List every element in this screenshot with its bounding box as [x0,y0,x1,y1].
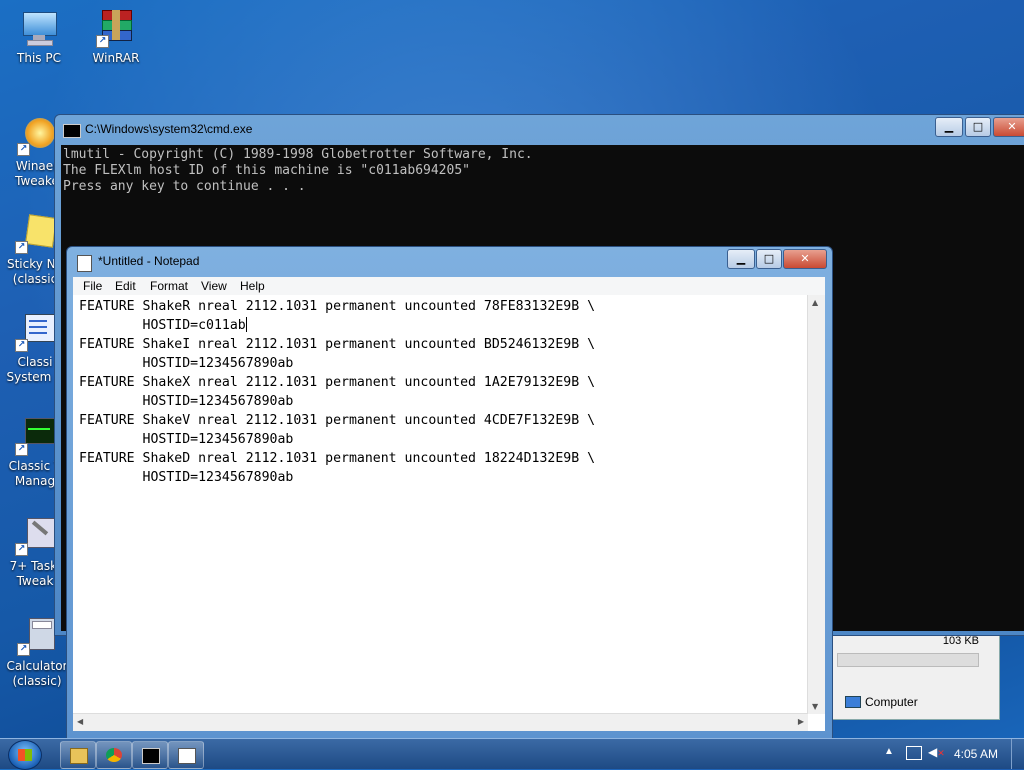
editor-line: HOSTID=1234567890ab [79,432,294,447]
nav-item-computer[interactable]: Computer [845,695,918,709]
shortcut-arrow-icon: ↗ [15,543,28,556]
winaero-icon: ↗ [17,116,57,156]
taskbar-tweaker-icon: ↗ [15,516,55,556]
cmd-maximize-button[interactable]: □ [965,117,991,137]
text-editor[interactable]: FEATURE ShakeR nreal 2112.1031 permanent… [73,295,825,731]
menu-view[interactable]: View [201,279,227,293]
taskbar-chrome-button[interactable] [96,741,132,769]
editor-line: FEATURE ShakeR nreal 2112.1031 permanent… [79,299,596,314]
explorer-window-fragment[interactable]: 103 KB Computer [832,630,1000,720]
notepad-close-button[interactable]: ✕ [783,249,827,269]
winrar-icon: ↗ [96,8,136,48]
desktop-icon-label: WinRAR [92,51,140,65]
menu-edit[interactable]: Edit [115,279,136,293]
taskbar-notepad-button[interactable] [168,741,204,769]
computer-icon [845,696,861,708]
menu-file[interactable]: File [83,279,102,293]
notepad-window[interactable]: *Untitled - Notepad ▁ □ ✕ File Edit Form… [66,246,833,740]
cmd-minimize-button[interactable]: ▁ [935,117,963,137]
editor-line: FEATURE ShakeX nreal 2112.1031 permanent… [79,375,596,390]
volume-muted-icon[interactable]: ◀✕ [928,745,945,759]
editor-line: FEATURE ShakeI nreal 2112.1031 permanent… [79,337,596,352]
editor-line: HOSTID=1234567890ab [79,356,294,371]
scroll-right-icon[interactable]: ▶ [798,717,804,726]
shortcut-arrow-icon: ↗ [17,643,30,656]
editor-line: HOSTID=c011ab [79,318,246,333]
cmd-icon [142,748,160,764]
computer-icon [19,8,59,48]
scroll-left-icon[interactable]: ◀ [77,717,83,726]
windows-logo-icon [18,749,32,761]
horizontal-scrollbar[interactable] [837,653,979,667]
editor-line: HOSTID=1234567890ab [79,394,294,409]
taskbar-cmd-button[interactable] [132,741,168,769]
folder-icon [70,748,88,764]
console-line: Press any key to continue . . . [63,179,306,194]
desktop-icon-this-pc[interactable]: This PC [4,8,74,66]
clock[interactable]: 4:05 AM [954,747,998,761]
taskbar-explorer-button[interactable] [60,741,96,769]
notepad-icon [178,748,196,764]
desktop-icon-label: This PC [17,51,61,65]
cmd-icon [63,124,81,138]
text-caret [245,317,247,332]
task-manager-icon: ↗ [15,416,55,456]
editor-line: HOSTID=1234567890ab [79,470,294,485]
notepad-minimize-button[interactable]: ▁ [727,249,755,269]
system-config-icon: ↗ [15,312,55,352]
chrome-icon [106,748,122,762]
editor-line: FEATURE ShakeD nreal 2112.1031 permanent… [79,451,596,466]
menu-help[interactable]: Help [240,279,265,293]
network-icon[interactable] [906,746,922,760]
cmd-titlebar[interactable]: C:\Windows\system32\cmd.exe ▁ □ ✕ [55,115,1024,143]
start-button[interactable] [8,740,42,770]
console-line: lmutil - Copyright (C) 1989-1998 Globetr… [63,147,533,162]
show-desktop-button[interactable] [1011,739,1024,769]
cmd-title: C:\Windows\system32\cmd.exe [85,122,253,136]
file-size-label: 103 KB [942,635,979,647]
desktop-icon-winrar[interactable]: ↗ WinRAR [81,8,151,66]
console-line: The FLEXlm host ID of this machine is "c… [63,163,470,178]
notepad-title: *Untitled - Notepad [98,254,200,268]
show-hidden-icons-icon[interactable]: ▲ [884,746,894,757]
horizontal-scrollbar[interactable]: ◀ ▶ [73,713,808,731]
shortcut-arrow-icon: ↗ [17,143,30,156]
cmd-close-button[interactable]: ✕ [993,117,1024,137]
system-tray: ▲ ◀✕ 4:05 AM [864,739,1024,769]
editor-line: FEATURE ShakeV nreal 2112.1031 permanent… [79,413,596,428]
calculator-icon: ↗ [17,616,57,656]
desktop-icon-label: (classic) [12,674,62,688]
notepad-icon [77,255,92,272]
nav-item-label: Computer [865,695,918,709]
shortcut-arrow-icon: ↗ [15,443,28,456]
shortcut-arrow-icon: ↗ [15,339,28,352]
shortcut-arrow-icon: ↗ [96,35,109,48]
vertical-scrollbar[interactable]: ▲ ▼ [807,295,825,714]
notepad-maximize-button[interactable]: □ [756,249,782,269]
menu-bar: File Edit Format View Help [73,277,825,295]
scroll-up-icon[interactable]: ▲ [812,298,818,307]
taskbar: ▲ ◀✕ 4:05 AM [0,738,1024,770]
shortcut-arrow-icon: ↗ [15,241,28,254]
scroll-down-icon[interactable]: ▼ [812,702,818,711]
menu-format[interactable]: Format [150,279,188,293]
sticky-notes-icon: ↗ [15,214,57,254]
desktop-icon-label: Calculator [6,659,68,673]
